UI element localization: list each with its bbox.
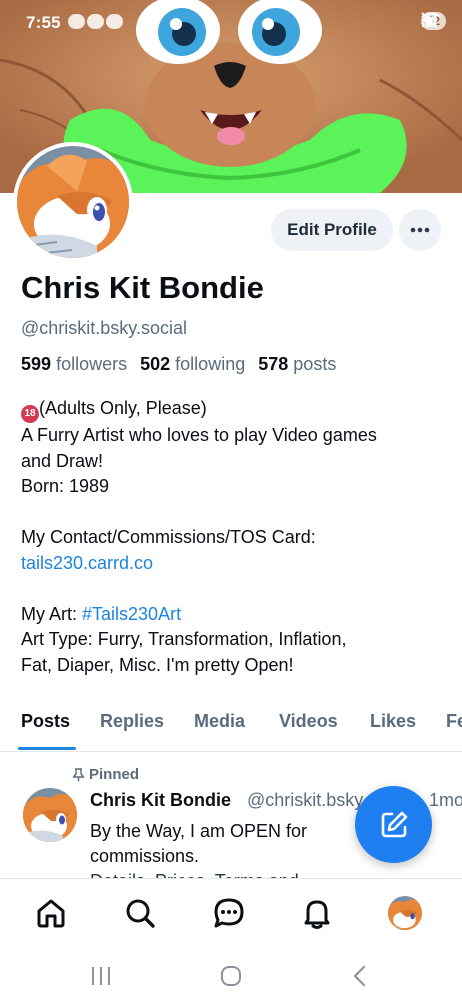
tab-feeds[interactable]: Feeds (446, 711, 462, 732)
tab-media[interactable]: Media (194, 711, 245, 732)
active-tab-indicator (18, 747, 76, 750)
bio-hashtag-link[interactable]: #Tails230Art (82, 604, 181, 624)
compose-icon (381, 811, 407, 837)
profile-handle: @chriskit.bsky.social (21, 318, 187, 338)
home-circle-icon (221, 966, 241, 986)
bio-line: Fat, Diaper, Misc. I'm pretty Open! (21, 654, 294, 675)
compose-post-button[interactable] (355, 786, 432, 863)
post-text-line: By the Way, I am OPEN for (90, 821, 308, 841)
chat-icon (214, 898, 244, 928)
status-time: 7:55 (26, 13, 61, 32)
recent-apps-button[interactable] (81, 958, 121, 994)
back-system-button[interactable] (340, 958, 380, 994)
display-name: Chris Kit Bondie (21, 270, 264, 305)
post-author-name[interactable]: Chris Kit Bondie (90, 790, 231, 811)
bottom-navigation (0, 878, 462, 950)
tab-replies[interactable]: Replies (100, 711, 164, 732)
tab-likes[interactable]: Likes (370, 711, 416, 732)
post-text-line: commissions. (90, 846, 200, 866)
following-label: following (175, 354, 246, 374)
bio-art-prefix: My Art: (21, 603, 83, 624)
pinned-indicator: Pinned (72, 766, 139, 783)
home-system-button[interactable] (211, 958, 251, 994)
nav-search-button[interactable] (120, 893, 160, 933)
profile-stats: 599 followers 502 following 578 posts (21, 354, 336, 375)
nav-home-button[interactable] (31, 893, 71, 933)
bell-icon (304, 900, 330, 929)
post-author-handle: @chriskit.bsky.social · 1mo (247, 790, 462, 810)
bio-line: A Furry Artist who loves to play Video g… (21, 425, 377, 445)
tab-posts[interactable]: Posts (21, 711, 70, 732)
avatar-image (17, 146, 129, 258)
more-options-button[interactable] (399, 209, 441, 251)
following-stat[interactable]: 502 following (140, 354, 245, 374)
following-count: 502 (140, 354, 171, 374)
status-indicators: 42 (420, 12, 446, 30)
posts-stat: 578 posts (258, 354, 336, 374)
nav-notifications-button[interactable] (297, 893, 337, 933)
notification-icons (68, 14, 123, 29)
avatar-image (388, 896, 422, 930)
bio-line: My Contact/Commissions/TOS Card: (21, 527, 316, 547)
profile-avatar[interactable] (13, 142, 133, 262)
pinned-label: Pinned (89, 766, 140, 783)
pin-icon (72, 767, 85, 781)
bio-line: and Draw! (21, 450, 104, 471)
profile-avatar-icon (388, 896, 422, 930)
notification-icon (87, 14, 104, 29)
status-bar: 7:55 42 (0, 0, 462, 48)
adults-only-18-icon: 18 (21, 405, 39, 423)
profile-bio: 18 (Adults Only, Please) A Furry Artist w… (21, 396, 451, 678)
search-icon (126, 899, 155, 928)
signal-icon (421, 14, 437, 27)
nav-chat-button[interactable] (209, 893, 249, 933)
avatar-image (23, 788, 77, 842)
tab-videos[interactable]: Videos (279, 711, 338, 732)
bio-line: Born: 1989 (21, 476, 110, 496)
nav-profile-button[interactable] (385, 893, 425, 933)
bio-line: (Adults Only, Please) (39, 398, 207, 418)
followers-count: 599 (21, 354, 52, 374)
recent-apps-icon (92, 967, 110, 985)
back-chevron-icon (353, 965, 366, 987)
post-author-avatar[interactable] (23, 788, 77, 842)
notification-icon (106, 14, 123, 29)
home-icon (37, 899, 65, 928)
edit-profile-button[interactable]: Edit Profile (271, 209, 393, 251)
more-dots-icon (410, 227, 430, 233)
notification-icon (68, 14, 85, 29)
profile-tabs: Posts Replies Media Videos Likes Feeds (0, 700, 462, 752)
bio-link[interactable]: tails230.carrd.co (21, 553, 153, 573)
posts-count: 578 (258, 354, 289, 374)
bio-line: Art Type: Furry, Transformation, Inflati… (21, 629, 347, 649)
followers-stat[interactable]: 599 followers (21, 354, 127, 374)
followers-label: followers (56, 354, 128, 374)
posts-label: posts (293, 354, 337, 374)
system-navigation-bar (0, 950, 462, 1000)
